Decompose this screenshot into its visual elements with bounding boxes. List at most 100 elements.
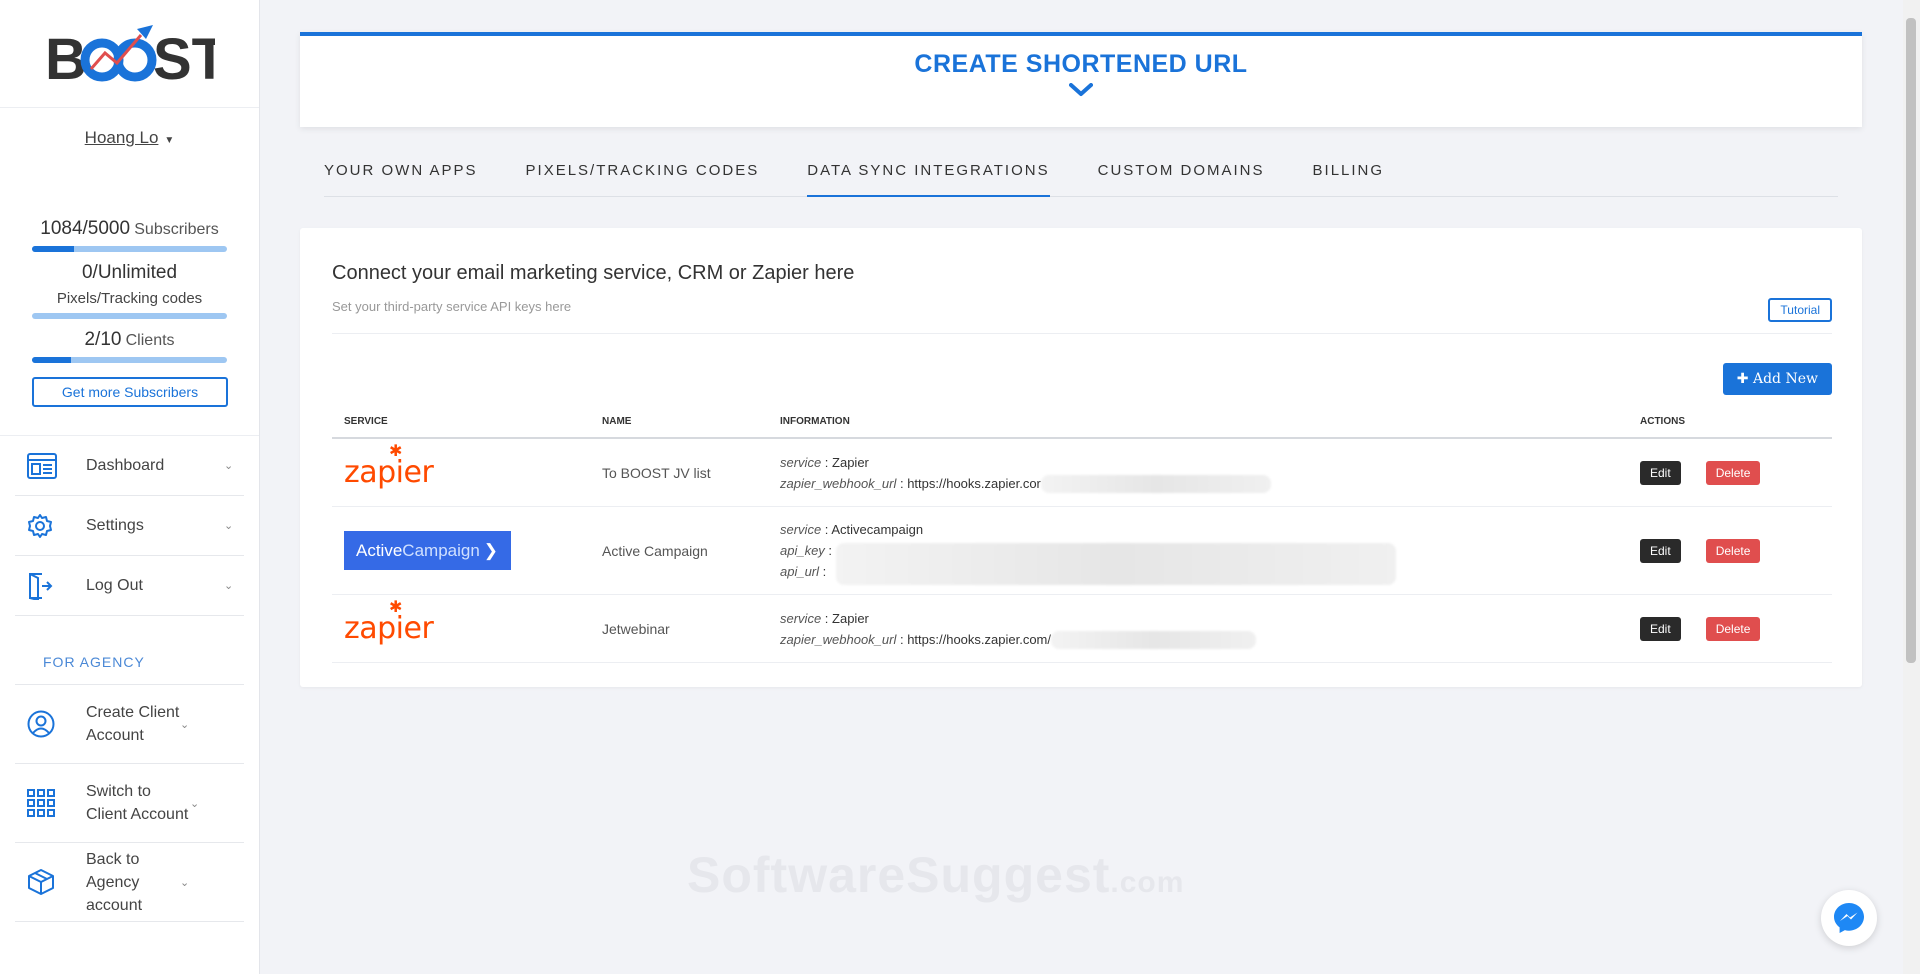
add-new-label: Add New xyxy=(1752,371,1818,387)
delete-button[interactable]: Delete xyxy=(1705,538,1761,563)
card-title: Connect your email marketing service, CR… xyxy=(332,262,855,284)
info-value: Zapier xyxy=(832,454,869,470)
tab-data-sync-integrations[interactable]: DATA SYNC INTEGRATIONS xyxy=(807,148,1050,197)
info-key: service xyxy=(780,522,822,537)
tab-your-own-apps[interactable]: YOUR OWN APPS xyxy=(324,148,478,196)
edit-button[interactable]: Edit xyxy=(1640,616,1681,641)
card-header: Connect your email marketing service, CR… xyxy=(332,262,1832,334)
chevron-down-icon: ⌄ xyxy=(180,876,190,889)
integration-name: Active Campaign xyxy=(602,542,708,559)
user-menu[interactable]: Hoang Lo ▼ xyxy=(85,128,175,147)
service-cell: zapier ✱ xyxy=(332,441,590,490)
nav-label-create-client-account: Create Client Account xyxy=(86,704,180,744)
subscribers-label: Subscribers xyxy=(134,221,219,238)
hero-title: CREATE SHORTENED URL xyxy=(914,50,1248,78)
zapier-logo: zapier ✱ xyxy=(344,441,434,490)
nav-item-settings[interactable]: Settings ⌄ xyxy=(15,496,244,556)
watermark-suffix: .com xyxy=(1110,866,1185,899)
nav-label-settings: Settings xyxy=(86,517,144,534)
delete-button[interactable]: Delete xyxy=(1705,460,1761,485)
nav-item-back-to-agency-account[interactable]: Back to Agency account ⌄ xyxy=(15,843,244,922)
service-cell: Active Campaign ❯ xyxy=(332,531,590,570)
add-new-button[interactable]: ✚ Add New xyxy=(1722,363,1832,395)
zapier-star-icon: ✱ xyxy=(389,441,402,460)
nav-item-switch-to-client-account[interactable]: Switch to Client Account ⌄ xyxy=(15,764,244,843)
information-cell: service : Zapier zapier_webhook_url : ht… xyxy=(768,452,1628,494)
clients-count: 2/10 xyxy=(84,329,122,350)
information-cell: service : Activecampaign api_key : api_u… xyxy=(768,519,1628,585)
clients-progress-fill xyxy=(32,357,71,363)
table-header: SERVICE NAME INFORMATION ACTIONS xyxy=(332,406,1832,439)
redacted-value xyxy=(1040,475,1271,494)
info-value: Activecampaign xyxy=(831,522,924,537)
tutorial-button[interactable]: Tutorial xyxy=(1768,298,1832,322)
chevron-down-icon[interactable] xyxy=(300,83,1862,102)
nav-label-dashboard: Dashboard xyxy=(86,457,165,474)
sidebar: B ST Hoang Lo ▼ 1084/5000 Subscribers 0/U… xyxy=(0,0,260,974)
get-more-subscribers-button[interactable]: Get more Subscribers xyxy=(32,377,228,407)
tab-pixels-tracking-codes[interactable]: PIXELS/TRACKING CODES xyxy=(526,148,760,196)
edit-button[interactable]: Edit xyxy=(1640,460,1681,485)
quota-panel: 1084/5000 Subscribers 0/Unlimited Pixels… xyxy=(0,218,259,407)
col-actions: ACTIONS xyxy=(1640,416,1685,427)
clients-label: Clients xyxy=(125,332,175,349)
card-subtitle: Set your third-party service API keys he… xyxy=(332,299,572,314)
subscribers-progress-bar xyxy=(32,246,227,252)
chevron-down-icon: ⌄ xyxy=(224,580,234,592)
info-key: zapier_webhook_url xyxy=(780,475,897,491)
table-row: zapier ✱ Jetwebinar service : Zapier zapi… xyxy=(332,595,1832,663)
nav-label-logout: Log Out xyxy=(86,577,143,594)
subscribers-progress-fill xyxy=(32,246,75,252)
info-value: https://hooks.zapier.com/ xyxy=(907,631,1051,647)
create-url-panel[interactable]: CREATE SHORTENED URL xyxy=(300,32,1862,127)
table-row: zapier ✱ To BOOST JV list service : Zapie… xyxy=(332,439,1832,507)
app-logo[interactable]: B ST xyxy=(0,0,259,108)
actions-cell: Edit Delete xyxy=(1628,616,1832,641)
tab-custom-domains[interactable]: CUSTOM DOMAINS xyxy=(1098,148,1265,196)
integrations-table: SERVICE NAME INFORMATION ACTIONS zapier ✱… xyxy=(332,406,1832,663)
chevron-right-icon: ❯ xyxy=(483,540,499,560)
information-cell: service : Zapier zapier_webhook_url : ht… xyxy=(768,608,1628,650)
chevron-down-icon: ⌄ xyxy=(190,797,200,810)
actions-cell: Edit Delete xyxy=(1628,538,1832,563)
agency-nav: Create Client Account ⌄ Switch to Client… xyxy=(0,685,259,922)
nav-label-switch-to-client-account: Switch to Client Account xyxy=(86,783,189,823)
plus-icon: ✚ xyxy=(1736,371,1749,387)
nav-item-create-client-account[interactable]: Create Client Account ⌄ xyxy=(15,685,244,764)
boost-logo-icon: B ST xyxy=(45,24,215,85)
nav-item-dashboard[interactable]: Dashboard ⌄ xyxy=(15,436,244,496)
watermark: SoftwareSuggest.com xyxy=(687,846,1184,904)
grid-icon xyxy=(15,789,70,817)
messenger-icon xyxy=(1834,903,1864,933)
col-information: INFORMATION xyxy=(780,416,850,427)
user-circle-icon xyxy=(15,710,70,738)
watermark-main: SoftwareSuggest xyxy=(687,847,1111,903)
svg-text:B: B xyxy=(45,27,87,85)
logo-text-active: Active xyxy=(356,540,403,560)
zapier-logo: zapier ✱ xyxy=(344,597,434,646)
integration-name: Jetwebinar xyxy=(602,620,670,637)
user-name: Hoang Lo xyxy=(84,128,159,147)
nav-item-logout[interactable]: Log Out ⌄ xyxy=(15,556,244,616)
nav-label-back-to-agency-account: Back to Agency account xyxy=(86,850,143,914)
integrations-card: Connect your email marketing service, CR… xyxy=(300,228,1862,687)
messenger-chat-button[interactable] xyxy=(1821,890,1877,946)
col-name: NAME xyxy=(602,416,632,427)
pixels-label: Pixels/Tracking codes xyxy=(56,290,203,307)
scrollbar-thumb[interactable] xyxy=(1906,18,1916,663)
info-value: Zapier xyxy=(832,610,869,626)
page-scrollbar[interactable] xyxy=(1903,0,1920,974)
tab-billing[interactable]: BILLING xyxy=(1313,148,1385,196)
zapier-star-icon: ✱ xyxy=(389,597,402,616)
service-cell: zapier ✱ xyxy=(332,597,590,646)
table-row: Active Campaign ❯ Active Campaign service … xyxy=(332,507,1832,595)
delete-button[interactable]: Delete xyxy=(1705,616,1761,641)
subscribers-quota: 1084/5000 Subscribers xyxy=(32,218,227,252)
info-value: https://hooks.zapier.cor xyxy=(907,475,1041,491)
info-key: service xyxy=(780,610,822,626)
activecampaign-logo: Active Campaign ❯ xyxy=(344,531,511,570)
dashboard-icon xyxy=(15,452,70,479)
integration-name: To BOOST JV list xyxy=(602,464,711,481)
svg-text:ST: ST xyxy=(153,27,215,85)
edit-button[interactable]: Edit xyxy=(1640,538,1681,563)
